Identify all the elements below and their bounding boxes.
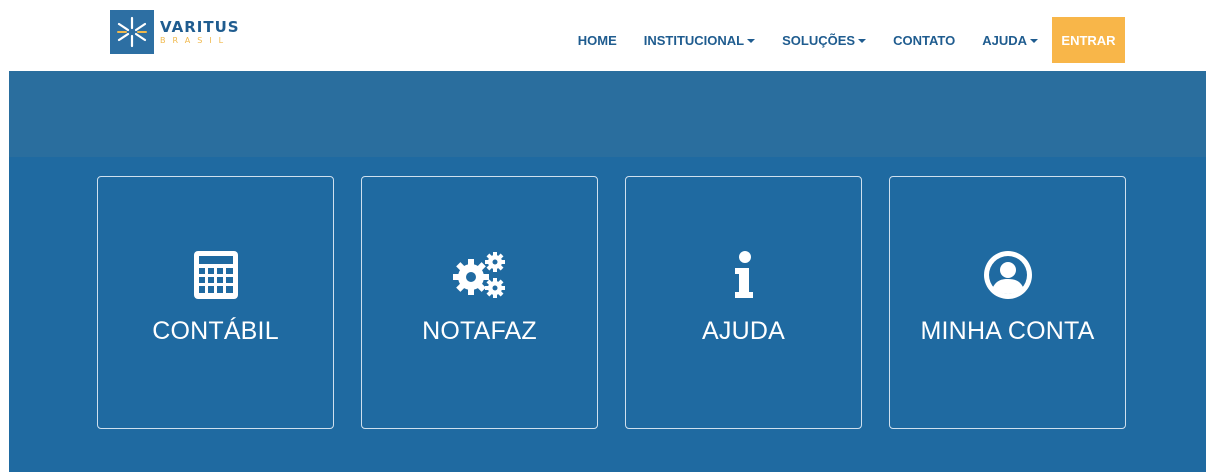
top-navbar: VARITUS BRASIL HOME INSTITUCIONAL SOLUÇÕ… — [0, 0, 1206, 71]
card-minha-conta-label: MINHA CONTA — [920, 317, 1095, 345]
nav-home-label: HOME — [577, 32, 617, 48]
user-circle-icon — [982, 249, 1034, 301]
brand-name: VARITUS — [160, 17, 240, 36]
hero-band — [9, 71, 1206, 157]
nav-ajuda[interactable]: AJUDA — [982, 33, 1038, 48]
services-section: CONTÁBIL NOTAFAZ AJUDA MINHA CONTA — [9, 157, 1206, 472]
logo-star-icon — [110, 10, 154, 54]
brand-logo[interactable]: VARITUS BRASIL — [110, 10, 270, 54]
nav-institucional-label: INSTITUCIONAL — [643, 32, 745, 48]
info-icon — [733, 249, 755, 301]
login-button[interactable]: ENTRAR — [1052, 17, 1125, 63]
nav-institucional[interactable]: INSTITUCIONAL — [643, 32, 756, 48]
calculator-icon — [193, 249, 239, 301]
nav-home[interactable]: HOME — [578, 33, 617, 48]
main-nav: HOME INSTITUCIONAL SOLUÇÕES CONTATO AJUD… — [578, 17, 1125, 63]
card-ajuda-label: AJUDA — [702, 317, 785, 345]
gears-icon — [452, 249, 508, 301]
card-ajuda[interactable]: AJUDA — [625, 176, 862, 429]
card-contabil[interactable]: CONTÁBIL — [97, 176, 334, 429]
brand-subtitle: BRASIL — [160, 35, 231, 45]
caret-down-icon — [747, 39, 756, 43]
caret-down-icon — [858, 39, 867, 43]
card-notafaz[interactable]: NOTAFAZ — [361, 176, 598, 429]
card-notafaz-label: NOTAFAZ — [422, 317, 537, 345]
nav-solucoes[interactable]: SOLUÇÕES — [782, 32, 867, 48]
nav-contato-label: CONTATO — [893, 32, 956, 48]
nav-solucoes-label: SOLUÇÕES — [782, 32, 856, 48]
card-minha-conta[interactable]: MINHA CONTA — [889, 176, 1126, 429]
card-contabil-label: CONTÁBIL — [152, 317, 279, 345]
caret-down-icon — [1030, 39, 1038, 43]
nav-ajuda-label: AJUDA — [982, 32, 1027, 48]
nav-contato[interactable]: CONTATO — [893, 33, 955, 48]
